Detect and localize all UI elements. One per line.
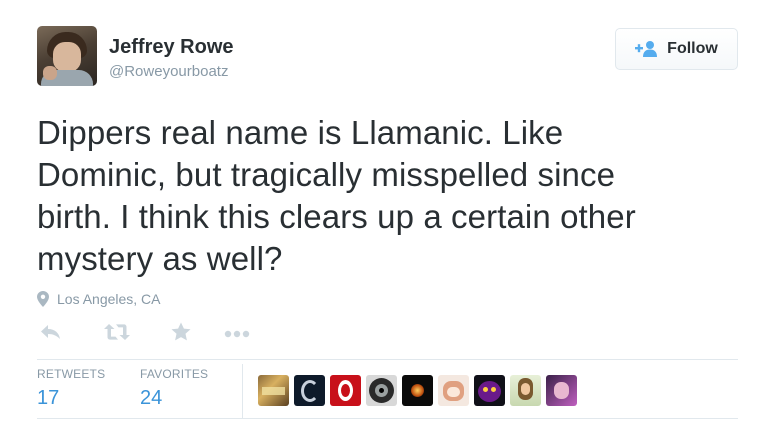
favoriter-avatar[interactable] (366, 375, 397, 406)
favoriter-avatar[interactable] (258, 375, 289, 406)
favoriter-avatar[interactable] (294, 375, 325, 406)
tweet-text-line: Dominic, but tragically misspelled since (37, 156, 616, 193)
favoriter-avatar[interactable] (546, 375, 577, 406)
add-user-icon (635, 40, 659, 58)
follow-label: Follow (667, 40, 718, 57)
tweet-location[interactable]: Los Angeles, CA (37, 291, 161, 307)
favoriter-avatar[interactable] (402, 375, 433, 406)
reply-button[interactable] (37, 322, 65, 346)
user-avatar[interactable] (37, 26, 97, 86)
favoriter-avatar[interactable] (474, 375, 505, 406)
favoriter-avatar[interactable] (330, 375, 361, 406)
retweet-icon (104, 323, 130, 345)
stats-divider (242, 364, 243, 418)
favorites-count: 24 (140, 387, 163, 409)
retweets-label: RETWEETS (37, 367, 106, 381)
tweet-text-line: birth. I think this clears up a certain … (37, 198, 636, 235)
more-button[interactable] (223, 322, 251, 346)
favorite-button[interactable] (169, 322, 193, 346)
screen-name[interactable]: @Roweyourboatz (109, 63, 228, 80)
map-pin-icon (37, 291, 49, 307)
favorites-stat[interactable]: FAVORITES 24 (140, 367, 208, 410)
retweets-stat[interactable]: RETWEETS 17 (37, 367, 105, 410)
location-text: Los Angeles, CA (57, 291, 161, 307)
favoriters-list (258, 375, 582, 406)
tweet-text-line: mystery as well? (37, 240, 283, 277)
ellipsis-icon (224, 325, 250, 343)
tweet-text: Dippers real name is Llamanic. Like Domi… (37, 112, 737, 280)
favorites-label: FAVORITES (140, 367, 209, 381)
tweet-text-line: Dippers real name is Llamanic. Like (37, 114, 564, 151)
divider (37, 359, 738, 360)
star-icon (171, 322, 191, 347)
display-name[interactable]: Jeffrey Rowe (109, 36, 234, 59)
favoriter-avatar[interactable] (510, 375, 541, 406)
follow-button[interactable]: Follow (615, 28, 738, 70)
reply-icon (40, 324, 62, 345)
tweet-card: Jeffrey Rowe @Roweyourboatz Follow Dippe… (0, 0, 772, 432)
divider (37, 418, 738, 419)
retweet-button[interactable] (103, 322, 131, 346)
retweets-count: 17 (37, 387, 60, 409)
tweet-actions (37, 322, 251, 346)
favoriter-avatar[interactable] (438, 375, 469, 406)
